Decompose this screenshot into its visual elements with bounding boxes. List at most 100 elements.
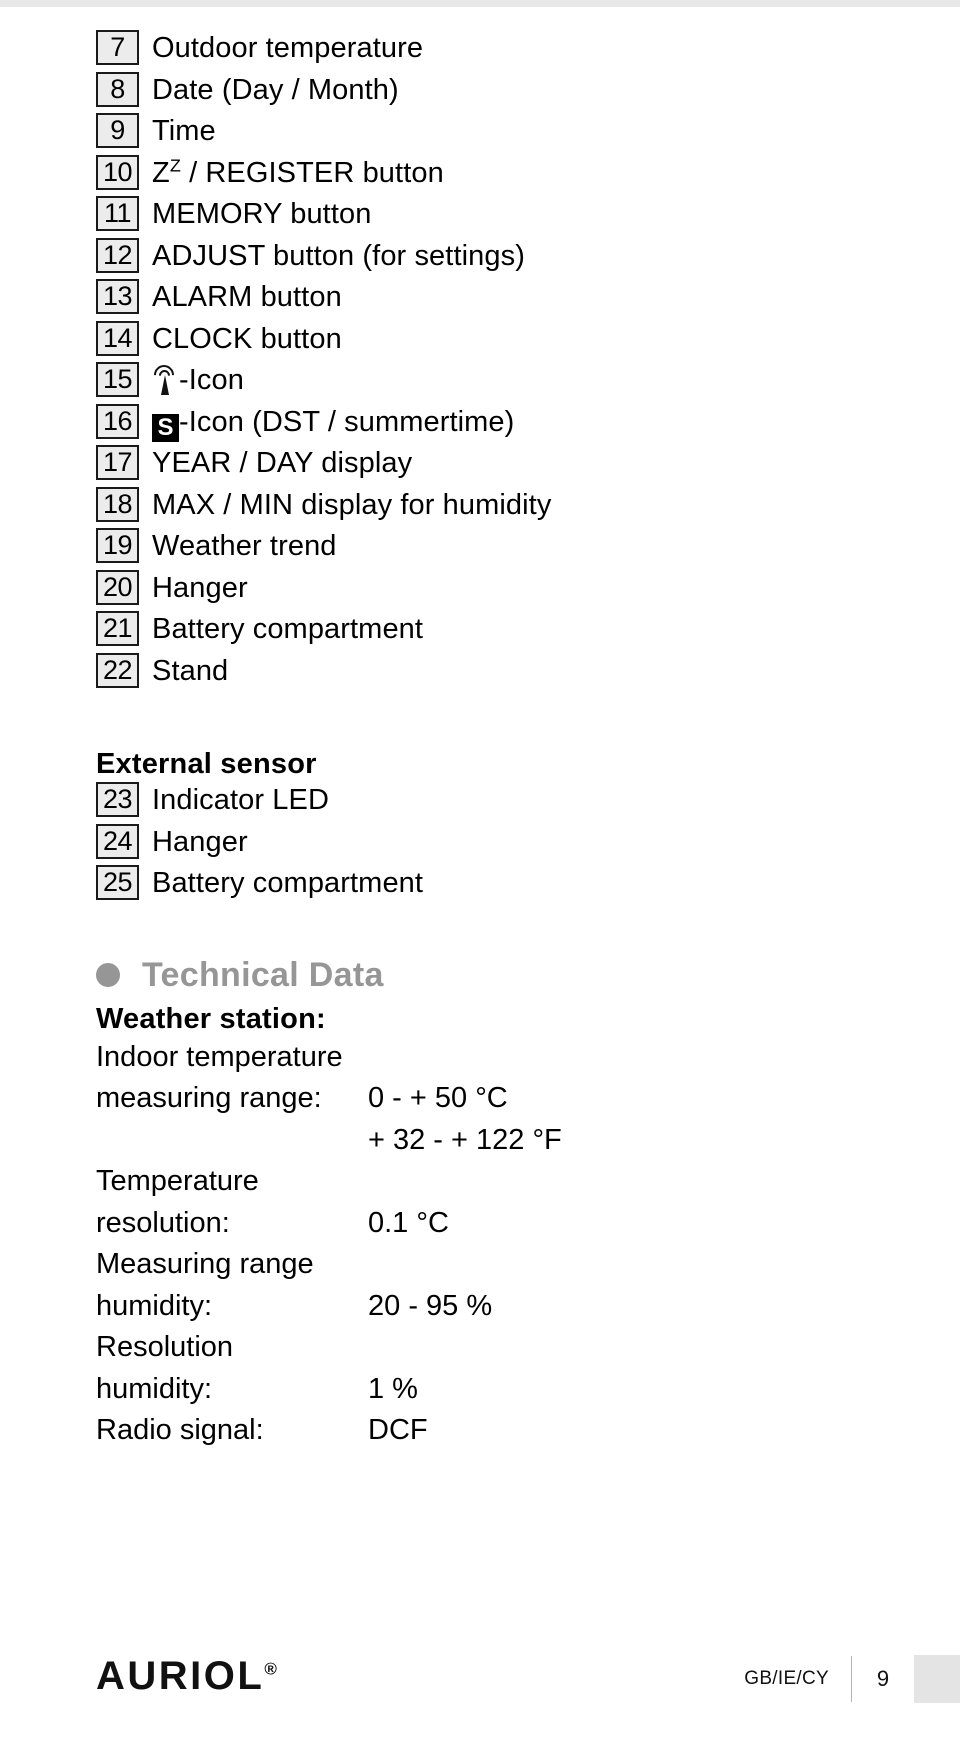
parts-list: 7 Outdoor temperature 8 Date (Day / Mont…: [96, 30, 900, 694]
manual-page: 7 Outdoor temperature 8 Date (Day / Mont…: [0, 0, 960, 1755]
item-label: Hanger: [152, 825, 248, 858]
table-row: measuring range: 0 - + 50 °C: [96, 1078, 900, 1120]
item-number: 19: [96, 528, 139, 563]
list-item: 9 Time: [96, 113, 900, 155]
section-title: Technical Data: [142, 955, 384, 994]
item-label-rest: -Icon: [179, 364, 244, 396]
spec-value: + 32 - + 122 °F: [368, 1123, 562, 1156]
locale-code: GB/IE/CY: [744, 1668, 829, 1689]
list-item: 25 Battery compartment: [96, 865, 900, 907]
spec-value: [368, 1161, 900, 1203]
table-row: humidity: 1 %: [96, 1369, 900, 1411]
item-number: 14: [96, 320, 139, 356]
spec-key: humidity:: [96, 1372, 213, 1405]
table-row: Indoor temperature: [96, 1037, 900, 1079]
spec-value: 20 - 95 %: [368, 1289, 493, 1322]
list-item: 22 Stand: [96, 652, 900, 695]
item-number: 12: [96, 237, 139, 273]
item-label: ZZ / REGISTER button: [152, 155, 900, 191]
item-number: 24: [96, 823, 139, 859]
corner-marker: [914, 1655, 960, 1703]
item-number: 20: [96, 569, 139, 605]
item-label: ADJUST button (for settings): [152, 239, 525, 272]
spec-value: 0.1 °C: [368, 1206, 449, 1239]
weather-station-subheading: Weather station:: [96, 1002, 326, 1035]
bullet-dot-icon: [96, 962, 120, 987]
item-label: Battery compartment: [152, 867, 424, 899]
table-row: Radio signal: DCF: [96, 1410, 900, 1452]
list-item: 17 YEAR / DAY display: [96, 445, 900, 487]
sleep-z-superscript: Z: [169, 154, 181, 175]
spec-key: measuring range:: [96, 1082, 322, 1114]
item-number: 15: [96, 362, 139, 397]
spec-value: 1 %: [368, 1372, 418, 1405]
item-number: 7: [96, 30, 139, 65]
list-item: 16 S -Icon (DST / summertime): [96, 403, 900, 446]
table-row: resolution: 0.1 °C: [96, 1203, 900, 1245]
list-item: 14 CLOCK button: [96, 320, 900, 363]
specifications-table: Indoor temperature measuring range: 0 - …: [96, 1037, 900, 1452]
item-label: Hanger: [152, 571, 248, 604]
spec-value: 0 - + 50 °C: [368, 1082, 508, 1114]
item-number: 25: [96, 865, 139, 900]
item-label: Date (Day / Month): [152, 73, 399, 106]
list-item: 24 Hanger: [96, 823, 900, 866]
list-item: 21 Battery compartment: [96, 611, 900, 653]
spec-value: [368, 1244, 900, 1286]
list-item: 7 Outdoor temperature: [96, 30, 900, 72]
spec-key: Resolution: [96, 1331, 234, 1363]
item-label: ALARM button: [152, 281, 342, 313]
spec-key: humidity:: [96, 1289, 213, 1322]
item-label: Weather trend: [152, 530, 337, 562]
list-item: 23 Indicator LED: [96, 782, 900, 824]
item-number: 16: [96, 403, 139, 439]
table-row: Measuring range: [96, 1244, 900, 1286]
spec-key: [96, 1120, 368, 1162]
item-label: Time: [152, 115, 216, 147]
spec-value: [368, 1037, 900, 1079]
external-sensor-list: 23 Indicator LED 24 Hanger 25 Battery co…: [96, 782, 900, 907]
list-item: 19 Weather trend: [96, 528, 900, 570]
table-row: + 32 - + 122 °F: [96, 1120, 900, 1162]
list-item: 8 Date (Day / Month): [96, 71, 900, 114]
brand-name: AURIOL: [96, 1654, 265, 1698]
item-number: 9: [96, 113, 139, 148]
item-number: 10: [96, 154, 139, 190]
list-item: 20 Hanger: [96, 569, 900, 612]
auriol-logo: AURIOL®: [96, 1654, 277, 1699]
registered-trademark-icon: ®: [264, 1659, 277, 1679]
item-label: MEMORY button: [152, 198, 372, 230]
table-row: Temperature: [96, 1161, 900, 1203]
page-number: 9: [876, 1666, 890, 1691]
item-number: 17: [96, 445, 139, 480]
list-item: 15 -Icon: [96, 360, 900, 404]
item-number: 18: [96, 486, 139, 522]
item-label: S -Icon (DST / summertime): [152, 404, 900, 442]
list-item: 13 ALARM button: [96, 279, 900, 321]
table-row: humidity: 20 - 95 %: [96, 1286, 900, 1328]
item-number: 21: [96, 611, 139, 646]
spec-key: Temperature: [96, 1165, 259, 1197]
item-label: -Icon: [149, 360, 900, 398]
item-label: Outdoor temperature: [152, 32, 424, 64]
table-row: Resolution: [96, 1327, 900, 1369]
list-item: 11 MEMORY button: [96, 196, 900, 238]
item-label: Battery compartment: [152, 613, 424, 645]
spec-value: [368, 1327, 900, 1369]
sleep-z-glyph: Z: [152, 156, 170, 189]
item-number: 13: [96, 279, 139, 314]
list-item: 10 ZZ / REGISTER button: [96, 154, 900, 197]
footer-meta: GB/IE/CY 9: [744, 1653, 960, 1705]
item-label: Stand: [152, 654, 229, 687]
spec-key: Measuring range: [96, 1248, 314, 1280]
item-number: 11: [96, 196, 139, 231]
spec-value: DCF: [368, 1414, 428, 1446]
item-number: 22: [96, 652, 139, 688]
dst-s-icon: S: [152, 413, 179, 442]
item-label: CLOCK button: [152, 322, 342, 355]
technical-data-heading: Technical Data: [96, 955, 900, 995]
item-number: 23: [96, 782, 139, 817]
item-label: YEAR / DAY display: [152, 447, 413, 479]
